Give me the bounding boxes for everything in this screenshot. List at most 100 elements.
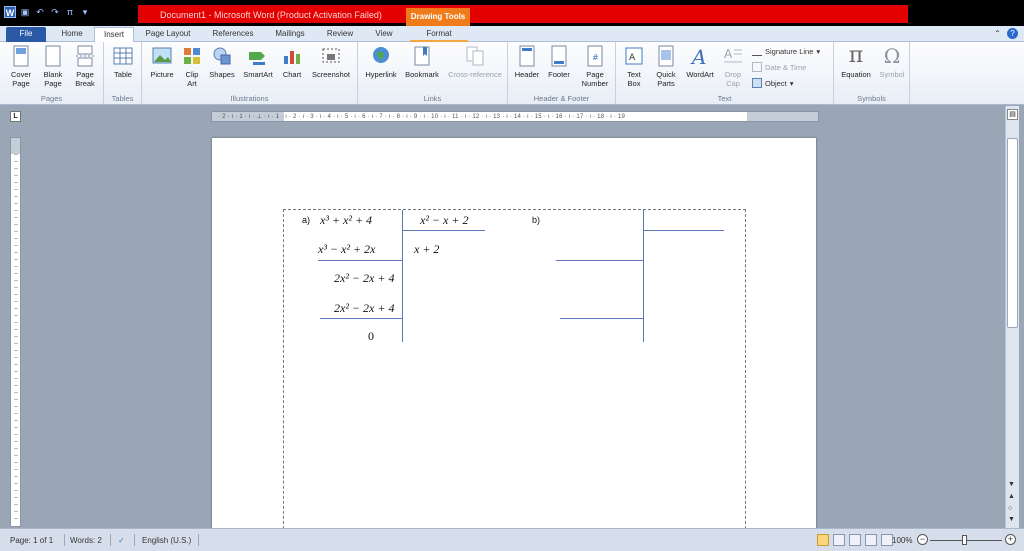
quick-parts-button[interactable]: Quick Parts (650, 44, 682, 88)
tab-references[interactable]: References (204, 27, 262, 42)
header-button[interactable]: Header (512, 44, 542, 79)
subtraction-step-1: x³ − x² + 2x (318, 242, 376, 256)
group-illustrations: Picture Clip Art Shapes SmartArt Chart Sc… (142, 42, 358, 104)
window-title: Document1 - Microsoft Word (Product Acti… (160, 10, 382, 20)
cross-reference-button[interactable]: Cross-reference (444, 44, 506, 79)
zoom-in-icon[interactable]: + (1005, 534, 1016, 545)
chevron-down-icon: ▾ (789, 78, 794, 88)
outline-view-icon[interactable] (865, 534, 877, 546)
cross-reference-icon (466, 46, 484, 66)
page-number-button[interactable]: # Page Number (576, 44, 614, 88)
picture-icon (152, 47, 172, 64)
svg-text:A: A (629, 53, 636, 63)
vertical-ruler[interactable] (10, 137, 21, 527)
pi-icon[interactable]: π (64, 6, 76, 18)
quick-parts-icon (658, 45, 674, 67)
remainder: 0 (368, 329, 374, 343)
page-break-icon (76, 45, 94, 67)
equation-button[interactable]: π Equation (838, 44, 874, 80)
symbol-button[interactable]: Ω Symbol (876, 44, 908, 79)
tab-view[interactable]: View (364, 27, 404, 42)
minimize-ribbon-icon[interactable]: ⌃ (992, 28, 1003, 39)
word-count-status[interactable]: Words: 2 (70, 536, 102, 545)
previous-page-icon[interactable]: ▲ (1008, 493, 1015, 500)
browse-object-icon[interactable]: ○ (1008, 505, 1012, 512)
drop-cap-button[interactable]: A Drop Cap (718, 44, 748, 88)
table-button[interactable]: Table (108, 44, 138, 79)
zoom-level[interactable]: 100% (892, 536, 912, 545)
status-separator (64, 534, 65, 546)
help-icon[interactable]: ? (1007, 28, 1018, 39)
tab-file[interactable]: File (6, 27, 46, 42)
language-status[interactable]: English (U.S.) (142, 536, 191, 545)
tab-format[interactable]: Format (410, 27, 468, 42)
header-icon (519, 45, 535, 67)
save-icon[interactable]: ▣ (19, 6, 31, 18)
tab-insert[interactable]: Insert (94, 27, 134, 43)
quotient: x + 2 (414, 242, 440, 256)
chart-button[interactable]: Chart (278, 44, 306, 79)
redo-icon[interactable]: ↷ (49, 6, 61, 18)
vruler-ticks (14, 154, 18, 524)
drawing-tools-contextual-tab[interactable]: Drawing Tools (406, 8, 470, 26)
clip-art-button[interactable]: Clip Art (180, 44, 204, 88)
bookmark-icon (414, 46, 430, 66)
scrollbar-thumb[interactable] (1007, 138, 1018, 328)
screenshot-button[interactable]: Screenshot (308, 44, 354, 79)
page-count-status[interactable]: Page: 1 of 1 (10, 536, 53, 545)
group-links: Hyperlink Bookmark Cross-reference Links (358, 42, 508, 104)
tab-page-layout[interactable]: Page Layout (138, 27, 198, 42)
text-box-icon: A (625, 47, 643, 65)
zoom-slider-thumb[interactable] (962, 535, 967, 545)
hyperlink-globe-icon (373, 47, 389, 63)
hyperlink-button[interactable]: Hyperlink (360, 44, 402, 79)
document-page[interactable]: a) x³ + x² + 4 x² − x + 2 x³ − x² + 2x x… (212, 138, 816, 539)
tab-review[interactable]: Review (318, 27, 362, 42)
status-separator (198, 534, 199, 546)
wordart-icon: A (690, 45, 706, 68)
bookmark-button[interactable]: Bookmark (402, 44, 442, 79)
footer-button[interactable]: Footer (544, 44, 574, 79)
subtraction-step-2: 2x² − 2x + 4 (334, 271, 395, 285)
tab-selector-button[interactable]: L (10, 111, 21, 122)
page-break-button[interactable]: Page Break (70, 44, 100, 88)
signature-line-button[interactable]: Signature Line ▾ (752, 46, 820, 56)
horizontal-ruler[interactable]: · 2 · ı · 1 · ı · ⊥ · ı · 1 · ı · 2 · ı … (211, 111, 819, 122)
undo-icon[interactable]: ↶ (34, 6, 46, 18)
signature-line-icon (752, 46, 762, 56)
web-layout-view-icon[interactable] (849, 534, 861, 546)
quick-access-toolbar: W ▣ ↶ ↷ π ▾ (4, 6, 91, 18)
drawing-canvas[interactable]: a) x³ + x² + 4 x² − x + 2 x³ − x² + 2x x… (283, 209, 746, 539)
part-a-label: a) (302, 215, 311, 225)
cover-page-button[interactable]: Cover Page (6, 44, 36, 88)
chart-icon (284, 51, 300, 64)
shapes-button[interactable]: Shapes (206, 44, 238, 79)
view-ruler-button[interactable]: ▤ (1007, 109, 1018, 120)
zoom-out-icon[interactable]: − (917, 534, 928, 545)
wordart-button[interactable]: A WordArt (684, 44, 716, 79)
tab-home[interactable]: Home (52, 27, 92, 42)
scroll-down-icon[interactable]: ▼ (1008, 481, 1015, 488)
vertical-scrollbar[interactable]: ▤ ▼ ▲ ○ ▼ (1005, 106, 1019, 528)
divisor: x² − x + 2 (420, 213, 469, 227)
svg-text:A: A (690, 45, 706, 68)
b-step-1-underline (556, 260, 643, 261)
smartart-icon (249, 52, 265, 65)
calendar-icon (752, 62, 762, 72)
next-page-icon[interactable]: ▼ (1008, 516, 1015, 523)
print-layout-view-icon[interactable] (817, 534, 829, 546)
subtraction-step-3: 2x² − 2x + 4 (334, 301, 395, 315)
word-app-icon[interactable]: W (4, 6, 16, 18)
tab-mailings[interactable]: Mailings (266, 27, 314, 42)
full-screen-reading-view-icon[interactable] (833, 534, 845, 546)
proofing-check-icon[interactable]: ✓ (118, 536, 125, 545)
customize-qat-icon[interactable]: ▾ (79, 6, 91, 18)
b-divisor-underline (644, 230, 724, 231)
smartart-button[interactable]: SmartArt (240, 44, 276, 79)
date-time-button[interactable]: Date & Time (752, 62, 806, 72)
picture-button[interactable]: Picture (146, 44, 178, 79)
cover-page-icon (13, 45, 29, 67)
object-button[interactable]: Object ▾ (752, 78, 793, 88)
blank-page-button[interactable]: Blank Page (38, 44, 68, 88)
text-box-button[interactable]: A Text Box (620, 44, 648, 88)
